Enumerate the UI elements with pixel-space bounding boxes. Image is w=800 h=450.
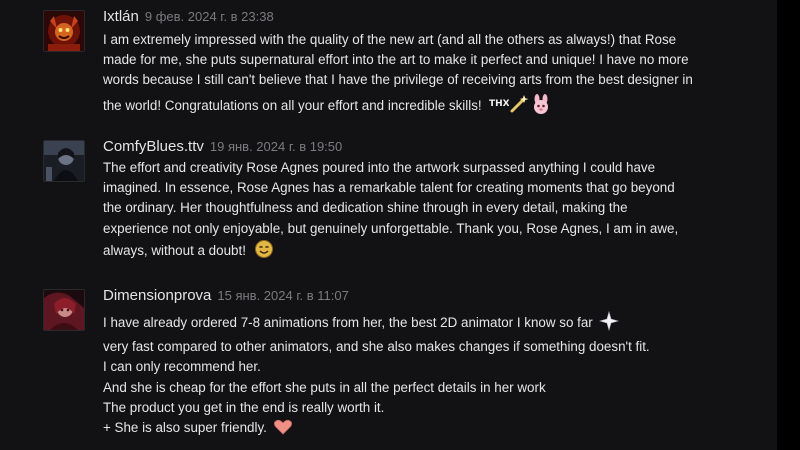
comment-header: Ixtlán 9 фев. 2024 г. в 23:38 [103, 8, 274, 28]
comment-line: the world! Congratulations on all your e… [103, 97, 482, 113]
comment-line: I can only recommend her. [103, 359, 261, 375]
comments-panel: Ixtlán 9 фев. 2024 г. в 23:38 I am extrem… [0, 0, 777, 450]
comment-date: 19 янв. 2024 г. в 19:50 [209, 139, 343, 154]
avatar[interactable] [44, 11, 84, 51]
comment: Dimensionprova 15 янв. 2024 г. в 11:07 I … [0, 287, 777, 442]
author-name[interactable]: Ixtlán [103, 8, 139, 25]
comment-line: experience not only enjoyable, but genui… [103, 220, 679, 236]
comment: ComfyBlues.ttv 19 янв. 2024 г. в 19:50 Th… [0, 138, 777, 266]
magic-wand-emoticon [509, 94, 529, 123]
heart-emoticon [273, 418, 293, 442]
sparkle-emoticon [598, 310, 619, 337]
comment-line-with-emoticons: I have already ordered 7-8 animations fr… [103, 310, 743, 337]
avatar[interactable] [44, 290, 84, 330]
comment-line: always, without a doubt! [103, 242, 246, 258]
comment-header: ComfyBlues.ttv 19 янв. 2024 г. в 19:50 [103, 138, 342, 158]
comment-date: 15 янв. 2024 г. в 11:07 [217, 288, 349, 303]
comment-line: words because I still can't believe that… [103, 72, 693, 88]
comment-text: I am extremely impressed with the qualit… [103, 30, 743, 123]
smiling-face-emoticon [254, 239, 274, 265]
pink-bunny-emoticon [531, 93, 551, 123]
comment-line: I am extremely impressed with the qualit… [103, 32, 677, 47]
comment: Ixtlán 9 фев. 2024 г. в 23:38 I am extrem… [0, 8, 777, 123]
comment-line-with-emoticons: always, without a doubt! [103, 239, 743, 265]
comment-line: I have already ordered 7-8 animations fr… [103, 315, 593, 330]
comment-date: 9 фев. 2024 г. в 23:38 [144, 9, 274, 24]
comment-line-with-emoticons: the world! Congratulations on all your e… [103, 91, 743, 123]
comment-text: The effort and creativity Rose Agnes pou… [103, 158, 743, 265]
comment-line-with-emoticons: + She is also super friendly. [103, 418, 743, 442]
comment-line: The effort and creativity Rose Agnes pou… [103, 160, 656, 175]
comment-line: The product you get in the end is really… [103, 399, 385, 415]
thx-emoticon-text: THX [489, 99, 509, 108]
avatar[interactable] [44, 141, 84, 181]
author-name[interactable]: ComfyBlues.ttv [103, 138, 204, 155]
comment-text: I have already ordered 7-8 animations fr… [103, 310, 743, 442]
comment-header: Dimensionprova 15 янв. 2024 г. в 11:07 [103, 287, 349, 307]
comment-line: imagined. In essence, Rose Agnes has a r… [103, 180, 675, 196]
comment-line: the ordinary. Her thoughtfulness and ded… [103, 200, 628, 216]
author-name[interactable]: Dimensionprova [103, 287, 211, 304]
scrollbar[interactable] [777, 0, 800, 450]
comment-line: made for me, she puts supernatural effor… [103, 52, 689, 68]
thx-emoticon: THX [489, 91, 510, 117]
comment-line: And she is cheap for the effort she puts… [103, 379, 546, 395]
comment-line: + She is also super friendly. [103, 420, 267, 436]
comment-line: very fast compared to other animators, a… [103, 339, 650, 355]
